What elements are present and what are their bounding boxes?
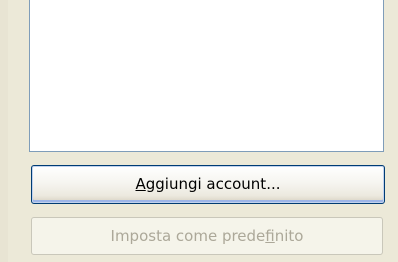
set-default-mnemonic: f [265, 227, 275, 245]
set-default-button[interactable]: Imposta come predefinito [31, 217, 383, 255]
set-default-label-end: inito [274, 227, 304, 245]
set-default-label-start: Imposta come prede [110, 227, 266, 245]
account-list[interactable] [29, 0, 384, 152]
add-account-mnemonic: A [135, 175, 146, 193]
add-account-button[interactable]: Aggiungi account... [31, 165, 385, 204]
add-account-label: ggiungi account... [145, 175, 281, 193]
account-settings-panel: Aggiungi account... Imposta come predefi… [0, 0, 398, 262]
left-edge [0, 0, 8, 262]
